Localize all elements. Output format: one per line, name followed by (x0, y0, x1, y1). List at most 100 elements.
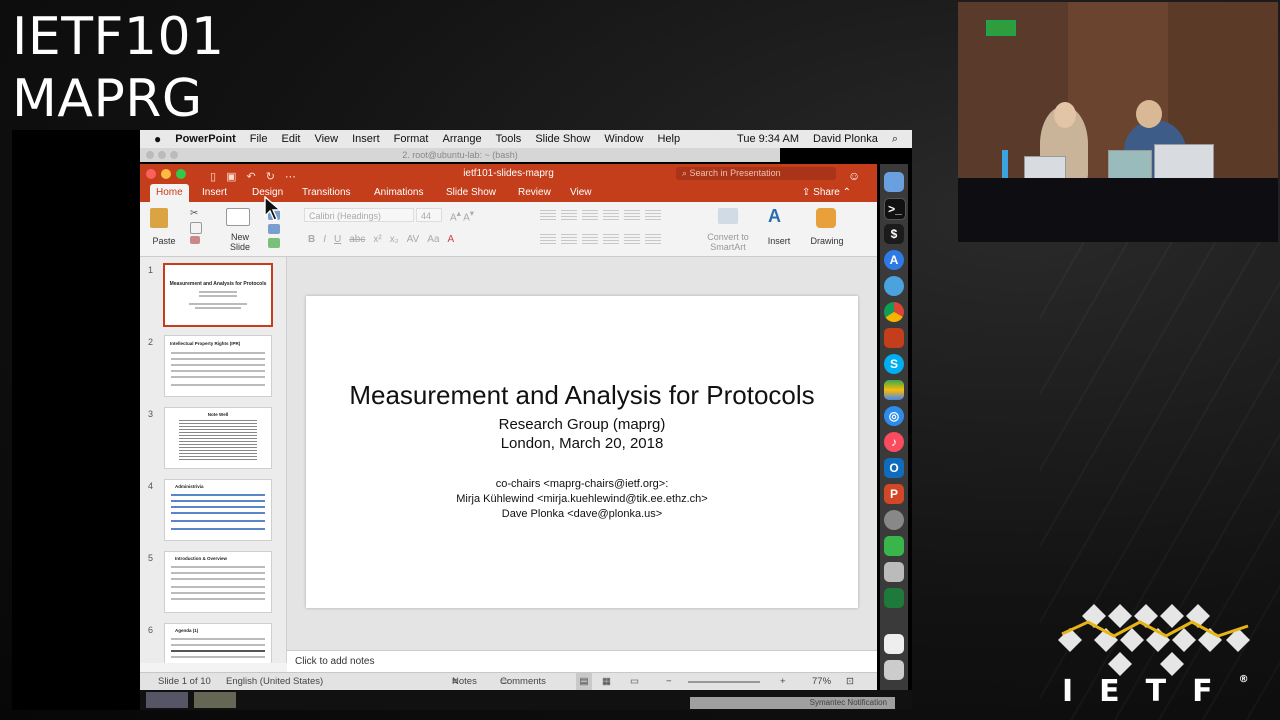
menubar-clock[interactable]: Tue 9:34 AM (737, 130, 799, 148)
align-left-icon[interactable] (540, 234, 556, 244)
terminal-window-titlebar[interactable]: 2. root@ubuntu-lab: ~ (bash) (140, 148, 780, 162)
menu-insert[interactable]: Insert (352, 130, 380, 148)
tab-animations[interactable]: Animations (368, 184, 429, 202)
zoom-slider[interactable] (688, 681, 760, 683)
slide-sorter-icon[interactable]: ▦ (602, 673, 611, 690)
justify-icon[interactable] (603, 234, 619, 244)
apple-menu-icon[interactable]: ● (154, 130, 161, 148)
strikethrough-icon[interactable]: abc (349, 234, 365, 245)
menu-window[interactable]: Window (604, 130, 643, 148)
tab-slide-show[interactable]: Slide Show (440, 184, 502, 202)
align-center-icon[interactable] (561, 234, 577, 244)
slide-thumbnail[interactable]: Administrivia (164, 479, 272, 541)
menu-powerpoint[interactable]: PowerPoint (175, 130, 236, 148)
paste-icon[interactable] (150, 208, 168, 228)
terminal-minimize-icon[interactable] (158, 151, 166, 159)
menu-edit[interactable]: Edit (282, 130, 301, 148)
paste-button[interactable]: Paste (146, 236, 182, 246)
finder-icon[interactable] (884, 172, 904, 192)
tab-review[interactable]: Review (512, 184, 557, 202)
terminal-zoom-icon[interactable] (170, 151, 178, 159)
numbering-icon[interactable] (561, 210, 577, 220)
cut-icon[interactable]: ✂ (190, 208, 200, 219)
menu-file[interactable]: File (250, 130, 268, 148)
menu-arrange[interactable]: Arrange (442, 130, 481, 148)
menubar-user[interactable]: David Plonka (813, 130, 878, 148)
itunes-icon[interactable]: ♪ (884, 432, 904, 452)
terminal-close-icon[interactable] (146, 151, 154, 159)
menu-view[interactable]: View (314, 130, 338, 148)
font-family-select[interactable]: Calibri (Headings) (304, 208, 414, 222)
italic-icon[interactable]: I (323, 234, 326, 245)
slide-title[interactable]: Measurement and Analysis for Protocols (306, 380, 858, 411)
convert-to-smartart-button[interactable]: Convert to SmartArt (700, 232, 756, 252)
share-button[interactable]: ⇪ Share ⌃ (802, 184, 851, 202)
insert-shapes-icon[interactable]: A (768, 206, 788, 228)
minimize-window-icon[interactable] (161, 169, 171, 179)
smartart-icon[interactable] (718, 208, 738, 224)
slide-subtitle-line1[interactable]: Research Group (maprg) (306, 416, 858, 433)
zoom-out-button[interactable]: − (666, 673, 672, 690)
new-slide-button[interactable]: New Slide (222, 232, 258, 252)
font-grow-shrink-icon[interactable]: A▴ A▾ (450, 208, 474, 223)
safari-icon[interactable] (884, 276, 904, 296)
preview-icon[interactable] (884, 562, 904, 582)
section-icon[interactable] (268, 238, 280, 248)
insert-button[interactable]: Insert (760, 236, 798, 246)
format-painter-icon[interactable] (190, 236, 200, 244)
spotlight-search-icon[interactable]: ⌕ (892, 130, 898, 148)
chrome-icon[interactable] (884, 302, 904, 322)
powerpoint-icon[interactable]: P (884, 484, 904, 504)
tab-insert[interactable]: Insert (196, 184, 233, 202)
documents-stack-icon[interactable] (884, 634, 904, 654)
decrease-indent-icon[interactable] (582, 210, 598, 220)
notes-input[interactable]: Click to add notes (287, 650, 877, 672)
zoom-level[interactable]: 77% (812, 673, 831, 690)
app-store-icon[interactable]: A (884, 250, 904, 270)
collapse-ribbon-icon[interactable]: ⌃ (843, 187, 851, 198)
close-window-icon[interactable] (146, 169, 156, 179)
normal-view-icon[interactable]: ▤ (576, 673, 592, 690)
calendar-icon[interactable] (884, 328, 904, 348)
tab-home[interactable]: Home (150, 184, 189, 202)
screen-share-app-icon[interactable] (884, 536, 904, 556)
tab-view[interactable]: View (564, 184, 598, 202)
slide-subtitle-line2[interactable]: London, March 20, 2018 (306, 435, 858, 452)
bold-icon[interactable]: B (308, 234, 315, 245)
language-indicator[interactable]: English (United States) (226, 673, 323, 690)
align-right-icon[interactable] (582, 234, 598, 244)
iterm-icon[interactable]: $ (884, 224, 904, 244)
zoom-window-icon[interactable] (176, 169, 186, 179)
increase-indent-icon[interactable] (603, 210, 619, 220)
app-icon[interactable] (884, 588, 904, 608)
current-slide[interactable]: Measurement and Analysis for Protocols R… (306, 296, 858, 608)
drawing-icon[interactable] (816, 208, 836, 228)
system-preferences-icon[interactable] (884, 510, 904, 530)
feedback-smiley-icon[interactable]: ☺ (848, 166, 860, 186)
slide-chair1[interactable]: Mirja Kühlewind <mirja.kuehlewind@tik.ee… (306, 493, 858, 505)
text-direction-icon[interactable] (624, 234, 640, 244)
drawing-button[interactable]: Drawing (806, 236, 848, 246)
slide-thumbnail[interactable]: Measurement and Analysis for Protocols (163, 263, 273, 327)
line-spacing-icon[interactable] (624, 210, 640, 220)
columns-icon[interactable] (645, 210, 661, 220)
change-case-icon[interactable]: Aa (427, 234, 439, 245)
bullets-icon[interactable] (540, 210, 556, 220)
outlook-icon[interactable]: O (884, 458, 904, 478)
slide-thumbnail[interactable]: Introduction & Overview (164, 551, 272, 613)
new-slide-icon[interactable] (226, 208, 250, 226)
reading-view-icon[interactable]: ▭ (630, 673, 639, 690)
slide-thumbnail[interactable]: Agenda (1) (164, 623, 272, 663)
font-color-icon[interactable]: A (447, 234, 454, 245)
search-presentation-input[interactable]: ⌕ Search in Presentation (676, 167, 836, 180)
menu-tools[interactable]: Tools (496, 130, 522, 148)
tab-transitions[interactable]: Transitions (296, 184, 357, 202)
fit-to-window-icon[interactable]: ⊡ (846, 673, 854, 690)
zoom-in-button[interactable]: + (780, 673, 786, 690)
slide-chair2[interactable]: Dave Plonka <dave@plonka.us> (306, 508, 858, 520)
trash-icon[interactable] (884, 660, 904, 680)
copy-icon[interactable] (190, 222, 202, 234)
slide-thumbnail[interactable]: Intellectual Property Rights (IPR) (164, 335, 272, 397)
menu-slide-show[interactable]: Slide Show (535, 130, 590, 148)
messages-icon[interactable]: ◎ (884, 406, 904, 426)
